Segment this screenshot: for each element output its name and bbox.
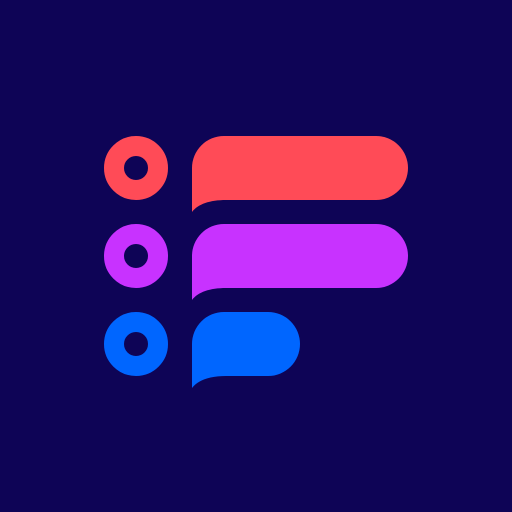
list-chat-logo-icon xyxy=(0,0,512,512)
app-icon xyxy=(0,0,512,512)
